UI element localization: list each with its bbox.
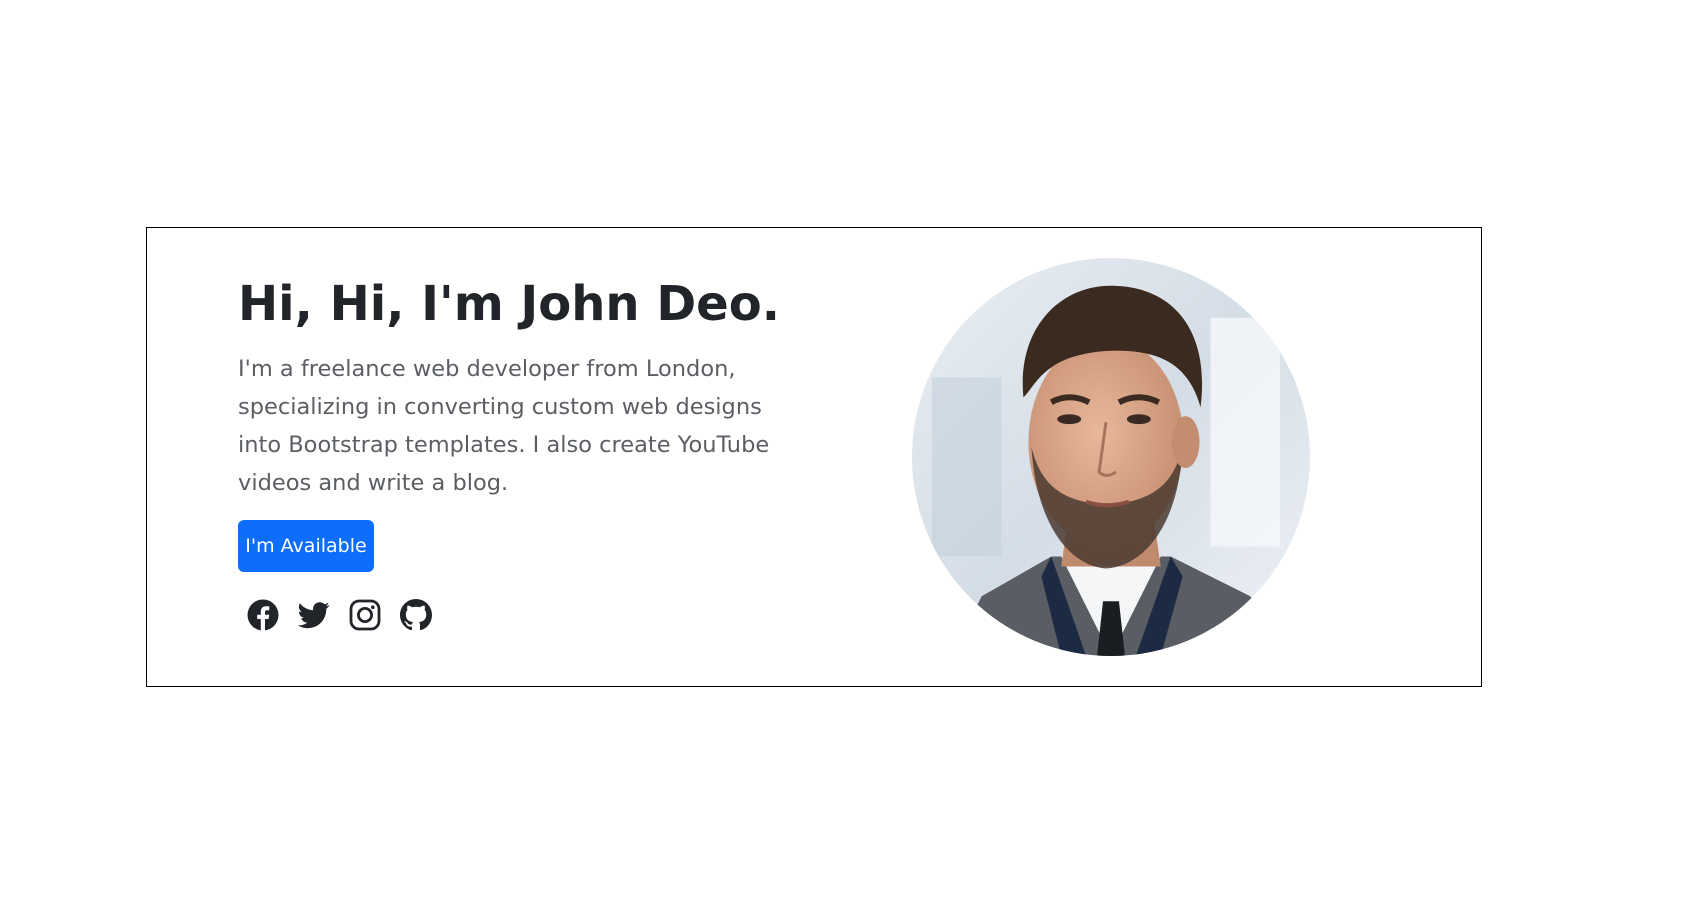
github-icon (400, 599, 432, 631)
hero-description: I'm a freelance web developer from Londo… (238, 356, 770, 496)
twitter-icon (298, 602, 330, 629)
available-button[interactable]: I'm Available (238, 520, 374, 572)
github-link[interactable] (400, 599, 432, 631)
hero-section: Hi, Hi, I'm John Deo. I'm a freelance we… (146, 227, 1482, 687)
hero-title: Hi, Hi, I'm John Deo. (238, 276, 780, 332)
instagram-icon (349, 599, 381, 631)
facebook-link[interactable] (247, 599, 279, 631)
twitter-link[interactable] (298, 599, 330, 631)
profile-photo (912, 258, 1310, 656)
instagram-link[interactable] (349, 599, 381, 631)
social-links (247, 599, 432, 631)
facebook-icon (247, 599, 279, 631)
